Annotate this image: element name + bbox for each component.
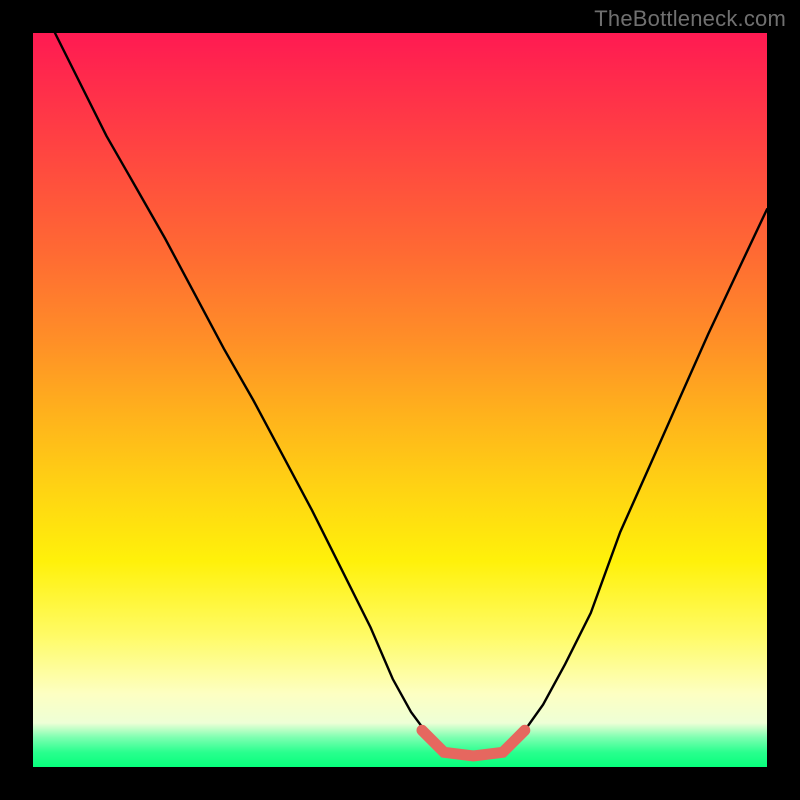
plot-area (33, 33, 767, 767)
chart-frame: TheBottleneck.com (0, 0, 800, 800)
bottleneck-curve (55, 33, 767, 756)
floor-highlight-segment (422, 730, 525, 756)
curve-layer (33, 33, 767, 767)
watermark-text: TheBottleneck.com (594, 6, 786, 32)
